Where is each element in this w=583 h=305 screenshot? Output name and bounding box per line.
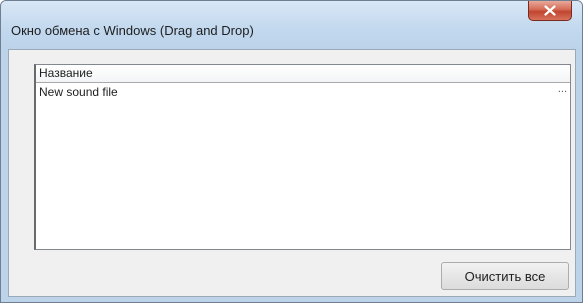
clear-all-button[interactable]: Очистить все [441, 262, 569, 290]
list-item[interactable]: New sound file ... [36, 81, 570, 101]
title-bar[interactable]: Окно обмена с Windows (Drag and Drop) [1, 1, 582, 49]
dialog-window: Окно обмена с Windows (Drag and Drop) На… [0, 0, 583, 303]
dialog-client-area: Название New sound file ... Очистить все [8, 49, 576, 297]
column-header-name[interactable]: Название [36, 65, 570, 82]
list-item-more[interactable]: ... [558, 81, 567, 98]
file-list[interactable]: Название New sound file ... [34, 64, 571, 250]
list-header: Название [36, 65, 570, 83]
close-button[interactable] [528, 1, 572, 21]
list-item-name: New sound file [39, 85, 118, 99]
window-title: Окно обмена с Windows (Drag and Drop) [11, 23, 254, 38]
close-icon [544, 5, 556, 16]
